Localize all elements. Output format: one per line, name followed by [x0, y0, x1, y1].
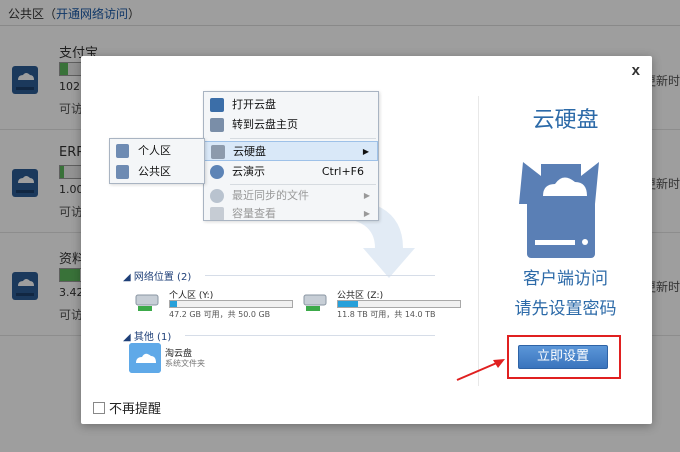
drive-usage-bar	[337, 300, 461, 308]
network-section-label: 网络位置 (2)	[133, 272, 192, 283]
message-line-2: 请先设置密码	[514, 299, 617, 319]
setup-password-dialog: x 打开云盘 转到云盘主页 云硬盘 ▶ 云演示 Ctrl+F6 最近同步的文件 ▶ 容…	[81, 56, 652, 424]
home-icon	[210, 118, 224, 132]
message-line-1: 客户端访问	[523, 269, 608, 289]
section-line	[205, 275, 435, 276]
submenu-arrow-icon: ▶	[363, 209, 370, 218]
submenu-arrow-icon: ▶	[363, 191, 370, 200]
drive-usage-bar	[169, 300, 293, 308]
expand-triangle-icon: ◢	[123, 332, 134, 343]
other-section-label: 其他 (1)	[133, 332, 172, 343]
menu-item-label: 云硬盘	[233, 145, 266, 158]
folder-icon	[210, 98, 224, 112]
product-title: 云硬盘	[532, 108, 599, 133]
menu-item-label: 打开云盘	[232, 98, 276, 111]
cloud-drive-submenu: 个人区 公共区	[109, 138, 205, 184]
presentation-icon	[210, 165, 224, 179]
drive-public[interactable]: 公共区 (Z:) 11.8 TB 可用，共 14.0 TB	[303, 288, 463, 319]
user-icon	[116, 144, 129, 158]
other-section-title: ◢ 其他 (1)	[123, 328, 171, 343]
menu-separator	[230, 138, 376, 139]
capacity-icon	[210, 207, 224, 220]
explorer-preview: ◢ 网络位置 (2) 个人区 (Y:) 47.2 GB 可用，共 50.0 GB…	[115, 268, 461, 378]
submenu-arrow-icon: ▶	[362, 147, 369, 156]
menu-item-capacity[interactable]: 容量查看 ▶	[204, 204, 378, 220]
section-line	[185, 335, 435, 336]
submenu-item-label: 个人区	[138, 144, 171, 157]
submenu-item-public[interactable]: 公共区	[110, 162, 204, 182]
menu-item-cloud-presentation[interactable]: 云演示 Ctrl+F6	[204, 162, 378, 182]
context-menu: 打开云盘 转到云盘主页 云硬盘 ▶ 云演示 Ctrl+F6 最近同步的文件 ▶ 容量查…	[203, 91, 379, 221]
submenu-item-personal[interactable]: 个人区	[110, 141, 204, 161]
menu-item-label: 云演示	[232, 165, 265, 178]
network-drive-icon	[135, 294, 159, 311]
group-icon	[116, 165, 129, 179]
drive-personal[interactable]: 个人区 (Y:) 47.2 GB 可用，共 50.0 GB	[135, 288, 295, 319]
menu-item-label: 转到云盘主页	[232, 118, 298, 131]
network-drive-icon	[303, 294, 327, 311]
drive-usage-fill	[338, 301, 358, 307]
menu-item-label: 容量查看	[232, 207, 276, 220]
dialog-divider	[478, 96, 479, 386]
tutorial-illustration: 打开云盘 转到云盘主页 云硬盘 ▶ 云演示 Ctrl+F6 最近同步的文件 ▶ 容量查…	[103, 88, 461, 388]
drive-icon	[211, 145, 225, 159]
checkbox-box[interactable]	[93, 402, 105, 414]
menu-item-open-cloud[interactable]: 打开云盘	[204, 95, 378, 115]
menu-shortcut: Ctrl+F6	[321, 165, 364, 178]
setup-now-button[interactable]: 立即设置	[518, 345, 608, 369]
cloud-app-icon	[129, 343, 161, 373]
app-desc: 系统文件夹	[165, 359, 205, 368]
close-button[interactable]: x	[632, 62, 640, 79]
dont-remind-label: 不再提醒	[109, 402, 162, 417]
menu-item-label: 最近同步的文件	[232, 189, 309, 202]
submenu-item-label: 公共区	[138, 165, 171, 178]
menu-item-recent-sync[interactable]: 最近同步的文件 ▶	[204, 186, 378, 206]
setup-button-highlight: 立即设置	[507, 335, 621, 379]
menu-separator	[230, 184, 376, 185]
dont-remind-checkbox[interactable]: 不再提醒	[93, 398, 161, 417]
drive-usage-fill	[170, 301, 178, 307]
clock-icon	[210, 189, 224, 203]
cloud-hard-drive-icon	[519, 162, 599, 258]
app-taoyunpan[interactable]: 淘云盘 系统文件夹	[129, 343, 329, 375]
network-section-title: ◢ 网络位置 (2)	[123, 268, 191, 283]
menu-item-goto-home[interactable]: 转到云盘主页	[204, 115, 378, 135]
menu-item-cloud-drive[interactable]: 云硬盘 ▶	[204, 141, 378, 161]
red-pointer-arrow-icon	[456, 359, 505, 381]
drive-size: 11.8 TB 可用，共 14.0 TB	[337, 310, 436, 319]
expand-triangle-icon: ◢	[123, 272, 134, 283]
drive-size: 47.2 GB 可用，共 50.0 GB	[169, 310, 271, 319]
